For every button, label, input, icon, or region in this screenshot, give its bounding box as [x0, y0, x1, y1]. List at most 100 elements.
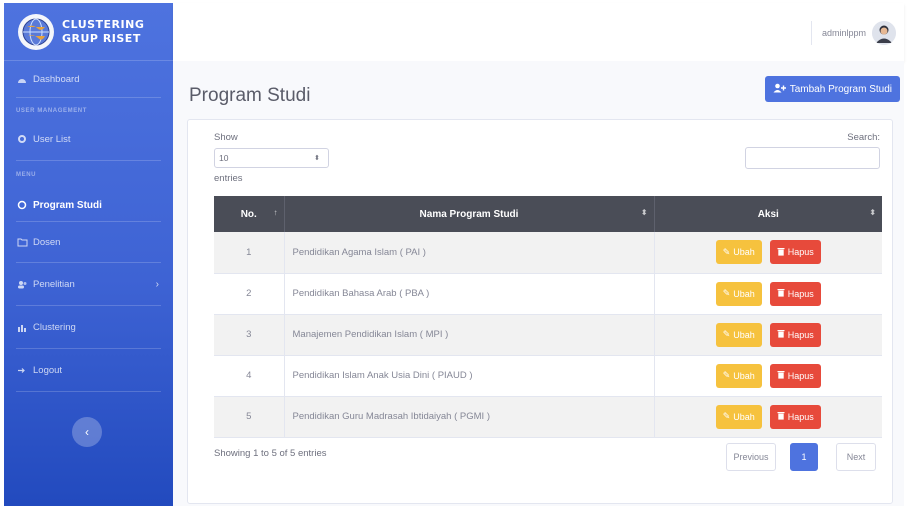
- sidebar-item-logout[interactable]: Logout: [4, 349, 173, 391]
- entries-select-value: 10: [219, 153, 229, 163]
- table-row: 5 Pendidikan Guru Madrasah Ibtidaiyah ( P…: [214, 396, 882, 437]
- edit-icon: ✎: [722, 246, 731, 257]
- sidebar-item-clustering[interactable]: Clustering: [4, 306, 173, 348]
- sidebar-item-dashboard[interactable]: Dashboard: [4, 61, 173, 97]
- cell-actions: ✎ Ubah Hapus: [653, 273, 882, 314]
- globe-logo-icon: [18, 13, 54, 50]
- sidebar-item-label: Dosen: [33, 236, 61, 248]
- pagination: Previous 1 Next: [726, 443, 876, 471]
- column-header-action[interactable]: Aksi ⬍: [653, 196, 882, 232]
- cell-name: Manajemen Pendidikan Islam ( MPI ): [283, 314, 654, 355]
- delete-button[interactable]: Hapus: [769, 404, 821, 429]
- search-input[interactable]: [745, 147, 880, 169]
- sort-icon: ⬍: [869, 208, 876, 217]
- chevron-left-icon: ‹: [85, 425, 89, 439]
- edit-button[interactable]: ✎ Ubah: [715, 363, 762, 388]
- edit-button-label: Ubah: [733, 370, 755, 381]
- user-menu[interactable]: adminlppm: [810, 21, 896, 45]
- edit-button-label: Ubah: [733, 247, 755, 258]
- trash-icon: [777, 329, 785, 340]
- edit-button-label: Ubah: [733, 411, 755, 422]
- column-header-label: No.: [240, 208, 257, 220]
- column-header-label: Aksi: [757, 208, 779, 220]
- pagination-page-button[interactable]: 1: [790, 443, 818, 471]
- folder-icon: [16, 238, 28, 247]
- delete-button[interactable]: Hapus: [769, 363, 821, 388]
- username: adminlppm: [821, 28, 866, 38]
- table-row: 2 Pendidikan Bahasa Arab ( PBA ) ✎ Ubah Hapu…: [214, 273, 882, 314]
- table-info: Showing 1 to 5 of 5 entries: [214, 448, 327, 459]
- page-title: Program Studi: [189, 85, 311, 106]
- sidebar-item-label: User List: [33, 133, 71, 145]
- pagination-next-button[interactable]: Next: [836, 443, 876, 471]
- cell-no: 2: [246, 288, 252, 299]
- add-program-studi-button[interactable]: Tambah Program Studi: [764, 76, 900, 102]
- edit-button[interactable]: ✎ Ubah: [715, 322, 762, 347]
- table-row: 3 Manajemen Pendidikan Islam ( MPI ) ✎ Ubah…: [214, 314, 882, 355]
- delete-button-label: Hapus: [787, 247, 814, 258]
- topbar: adminlppm: [173, 3, 904, 61]
- user-plus-icon: [773, 83, 786, 96]
- cell-actions: ✎ Ubah Hapus: [653, 396, 882, 437]
- edit-button[interactable]: ✎ Ubah: [715, 281, 762, 306]
- delete-button-label: Hapus: [787, 288, 814, 299]
- table-card: Show 10 ⬍ entries Search: No. ↑ Nama Pro…: [187, 119, 893, 504]
- sidebar-item-dosen[interactable]: Dosen: [4, 222, 173, 262]
- delete-button[interactable]: Hapus: [769, 281, 821, 306]
- sidebar: CLUSTERING GRUP RISET Dashboard USER MAN…: [4, 3, 173, 506]
- table-row: 4 Pendidikan Islam Anak Usia Dini ( PIAUD…: [214, 355, 882, 396]
- pagination-previous-button[interactable]: Previous: [726, 443, 776, 471]
- sidebar-item-penelitian[interactable]: Penelitian ›: [4, 263, 173, 305]
- add-button-label: Tambah Program Studi: [789, 83, 892, 95]
- trash-icon: [777, 247, 785, 258]
- edit-button[interactable]: ✎ Ubah: [715, 240, 762, 265]
- edit-icon: ✎: [722, 411, 731, 421]
- select-arrows-icon: ⬍: [314, 155, 320, 162]
- chevron-right-icon: ›: [155, 278, 159, 290]
- trash-icon: [777, 370, 785, 381]
- sidebar-item-label: Penelitian: [33, 278, 75, 290]
- cell-actions: ✎ Ubah Hapus: [653, 355, 882, 396]
- sidebar-section-heading: USER MANAGEMENT: [16, 108, 88, 114]
- avatar: [872, 21, 896, 45]
- entries-label: entries: [214, 173, 243, 184]
- delete-button-label: Hapus: [787, 329, 814, 340]
- table-header-row: No. ↑ Nama Program Studi ⬍ Aksi ⬍: [214, 196, 882, 232]
- trash-icon: [777, 411, 785, 422]
- cell-name: Pendidikan Agama Islam ( PAI ): [283, 232, 654, 273]
- sidebar-item-label: Dashboard: [33, 73, 80, 85]
- column-header-name[interactable]: Nama Program Studi ⬍: [283, 196, 654, 232]
- table-row: 1 Pendidikan Agama Islam ( PAI ) ✎ Ubah Hapu…: [214, 232, 882, 273]
- main-content: Program Studi Tambah Program Studi Show …: [173, 61, 904, 506]
- delete-button[interactable]: Hapus: [769, 322, 821, 347]
- edit-button[interactable]: ✎ Ubah: [715, 404, 762, 429]
- cell-no: 4: [246, 370, 252, 381]
- sidebar-section-heading: MENU: [16, 172, 37, 178]
- circle-icon: [16, 200, 28, 210]
- bar-chart-icon: [16, 323, 28, 332]
- cell-name: Pendidikan Bahasa Arab ( PBA ): [283, 273, 654, 314]
- gear-icon: [16, 134, 28, 144]
- sidebar-item-label: Clustering: [33, 321, 76, 333]
- search-label: Search:: [847, 132, 880, 143]
- column-header-label: Nama Program Studi: [419, 208, 519, 220]
- brand-line-1: CLUSTERING: [62, 17, 145, 31]
- sidebar-item-label: Program Studi: [33, 199, 102, 211]
- sidebar-toggle-button[interactable]: ‹: [72, 417, 102, 447]
- edit-icon: ✎: [722, 370, 731, 380]
- sidebar-item-program-studi[interactable]: Program Studi: [4, 189, 173, 221]
- sort-icon: ↑: [273, 208, 278, 217]
- sidebar-divider: [16, 391, 161, 392]
- cell-no: 3: [246, 329, 252, 340]
- delete-button[interactable]: Hapus: [769, 240, 821, 265]
- brand[interactable]: CLUSTERING GRUP RISET: [4, 3, 173, 61]
- column-header-no[interactable]: No. ↑: [214, 196, 284, 232]
- entries-select[interactable]: 10 ⬍: [214, 148, 329, 168]
- cell-actions: ✎ Ubah Hapus: [653, 314, 882, 355]
- delete-button-label: Hapus: [787, 411, 814, 422]
- delete-button-label: Hapus: [787, 370, 814, 381]
- cell-name: Pendidikan Islam Anak Usia Dini ( PIAUD …: [283, 355, 654, 396]
- sidebar-item-user-list[interactable]: User List: [4, 124, 173, 154]
- dashboard-icon: [16, 74, 28, 84]
- cell-no: 5: [246, 411, 252, 422]
